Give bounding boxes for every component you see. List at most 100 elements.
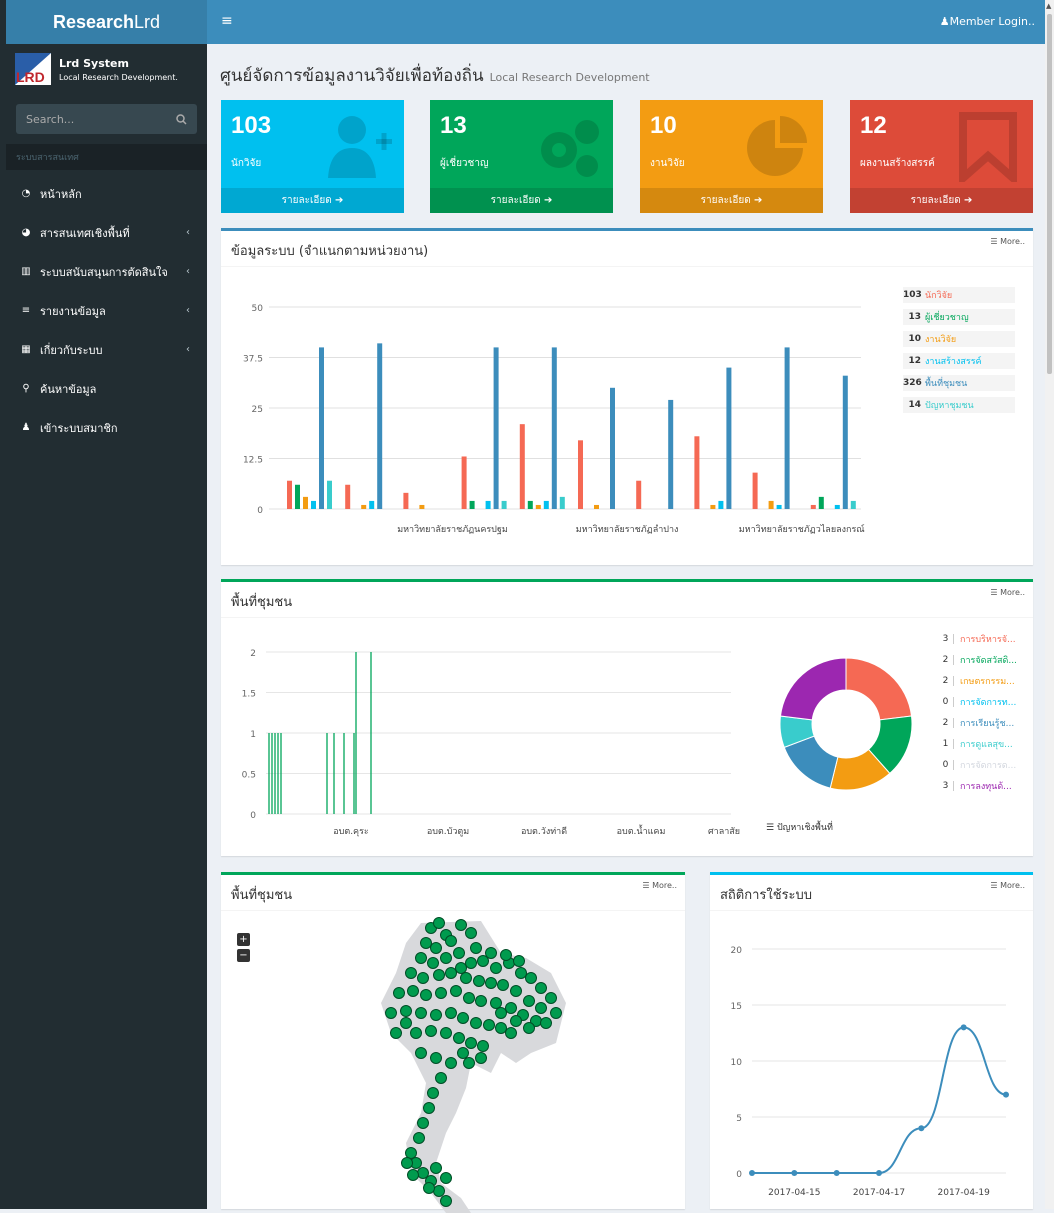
legend-item[interactable]: 2 การเรียนรู้ช...: [938, 714, 1014, 731]
more-link[interactable]: ☰ More..: [990, 588, 1025, 597]
legend-item[interactable]: 1 การดูแลสุข...: [938, 735, 1013, 752]
map-marker-46[interactable]: [470, 1017, 482, 1029]
map-marker-41[interactable]: [400, 1005, 412, 1017]
map-marker-85[interactable]: [500, 949, 512, 961]
map-marker-25[interactable]: [497, 979, 509, 991]
map-marker-32[interactable]: [435, 987, 447, 999]
map-marker-24[interactable]: [485, 977, 497, 989]
map-marker-10[interactable]: [465, 957, 477, 969]
map-marker-37[interactable]: [505, 1002, 517, 1014]
map-marker-54[interactable]: [465, 1037, 477, 1049]
legend-item[interactable]: 0 การจัดการด...: [938, 756, 1016, 773]
map-marker-49[interactable]: [505, 1027, 517, 1039]
legend-item[interactable]: 326 พื้นที่ชุมชน: [903, 375, 1015, 391]
map-marker-47[interactable]: [483, 1019, 495, 1031]
map-marker-50[interactable]: [410, 1027, 422, 1039]
search-input[interactable]: Search...: [26, 113, 74, 126]
map-marker-71[interactable]: [423, 1182, 435, 1194]
menu-toggle-icon[interactable]: ≡: [221, 13, 233, 29]
app-logo[interactable]: Research Lrd: [6, 0, 207, 44]
sidebar-item-2[interactable]: ▥ ระบบสนับสนุนการตัดสินใจ ‹: [6, 252, 207, 291]
map-marker-62[interactable]: [423, 1102, 435, 1114]
tile-details-link[interactable]: รายละเอียด ➔: [430, 188, 613, 213]
map-marker-78[interactable]: [523, 1022, 535, 1034]
scrollbar-thumb[interactable]: [1047, 14, 1052, 374]
more-link[interactable]: ☰ More..: [990, 237, 1025, 246]
map-marker-72[interactable]: [407, 1169, 419, 1181]
map-marker-23[interactable]: [473, 975, 485, 987]
sidebar-item-5[interactable]: ⚲ ค้นหาข้อมูล: [6, 369, 207, 408]
tile-details-link[interactable]: รายละเอียด ➔: [221, 188, 404, 213]
legend-item[interactable]: 13 ผู้เชี่ยวชาญ: [903, 309, 1015, 325]
map-marker-26[interactable]: [510, 985, 522, 997]
map-marker-34[interactable]: [463, 992, 475, 1004]
map-marker-77[interactable]: [510, 1015, 522, 1027]
map-marker-17[interactable]: [545, 992, 557, 1004]
map-marker-43[interactable]: [430, 1009, 442, 1021]
map-marker-20[interactable]: [433, 969, 445, 981]
tile-details-link[interactable]: รายละเอียด ➔: [850, 188, 1033, 213]
map-marker-21[interactable]: [445, 967, 457, 979]
legend-item[interactable]: 14 ปัญหาชุมชน: [903, 397, 1015, 413]
sidebar-item-3[interactable]: ≡ รายงานข้อมูล ‹: [6, 291, 207, 330]
map-marker-74[interactable]: [430, 1162, 442, 1174]
map-marker-88[interactable]: [400, 1017, 412, 1029]
map-marker-76[interactable]: [495, 1007, 507, 1019]
more-link[interactable]: ☰ More..: [642, 881, 677, 890]
legend-item[interactable]: 3 การบริหารจั...: [938, 630, 1016, 647]
map-marker-33[interactable]: [450, 985, 462, 997]
map-marker-52[interactable]: [440, 1027, 452, 1039]
sidebar-search[interactable]: Search...: [16, 104, 197, 134]
map-marker-55[interactable]: [477, 1040, 489, 1052]
map-marker-42[interactable]: [415, 1007, 427, 1019]
sidebar-item-1[interactable]: ◕ สารสนเทศเชิงพื้นที่ ‹: [6, 213, 207, 252]
map-marker-87[interactable]: [455, 962, 467, 974]
map-marker-53[interactable]: [453, 1032, 465, 1044]
map-marker-86[interactable]: [513, 955, 525, 967]
map-marker-84[interactable]: [485, 947, 497, 959]
map-marker-28[interactable]: [535, 1002, 547, 1014]
map-marker-27[interactable]: [523, 995, 535, 1007]
map-marker-70[interactable]: [440, 1195, 452, 1207]
map-marker-15[interactable]: [525, 972, 537, 984]
map-marker-40[interactable]: [385, 1007, 397, 1019]
map-marker-3[interactable]: [420, 937, 432, 949]
map-marker-56[interactable]: [415, 1047, 427, 1059]
map-marker-69[interactable]: [433, 1185, 445, 1197]
map-marker-44[interactable]: [445, 1007, 457, 1019]
map-marker-65[interactable]: [405, 1147, 417, 1159]
legend-item[interactable]: 103 นักวิจัย: [903, 287, 1015, 303]
map-marker-35[interactable]: [475, 995, 487, 1007]
map-marker-18[interactable]: [405, 967, 417, 979]
search-icon[interactable]: [176, 113, 187, 125]
map-marker-90[interactable]: [463, 1057, 475, 1069]
map-marker-29[interactable]: [393, 987, 405, 999]
map-marker-8[interactable]: [440, 952, 452, 964]
map-marker-51[interactable]: [425, 1025, 437, 1037]
map-marker-5[interactable]: [445, 935, 457, 947]
map-marker-31[interactable]: [420, 989, 432, 1001]
legend-item[interactable]: 0 การจัดการท...: [938, 693, 1016, 710]
map-marker-36[interactable]: [490, 997, 502, 1009]
map-marker-6[interactable]: [415, 952, 427, 964]
map-marker-14[interactable]: [515, 967, 527, 979]
map-marker-9[interactable]: [453, 947, 465, 959]
map-marker-22[interactable]: [460, 972, 472, 984]
map-marker-12[interactable]: [490, 962, 502, 974]
map-marker-7[interactable]: [427, 957, 439, 969]
member-login-link[interactable]: ♟Member Login..: [940, 15, 1035, 28]
tile-details-link[interactable]: รายละเอียด ➔: [640, 188, 823, 213]
page-scrollbar[interactable]: ▲: [1045, 0, 1054, 1209]
scroll-up-icon[interactable]: ▲: [1046, 2, 1051, 10]
map-marker-80[interactable]: [550, 1007, 562, 1019]
map-marker-4[interactable]: [430, 942, 442, 954]
legend-item[interactable]: 2 การจัดสวัสดิ...: [938, 651, 1017, 668]
zoom-in-button[interactable]: +: [237, 933, 250, 946]
map-marker-60[interactable]: [435, 1072, 447, 1084]
map-marker-57[interactable]: [430, 1052, 442, 1064]
map-marker-16[interactable]: [535, 982, 547, 994]
map-marker-1[interactable]: [433, 917, 445, 929]
legend-item[interactable]: 10 งานวิจัย: [903, 331, 1015, 347]
sidebar-item-0[interactable]: ◔ หน้าหลัก: [6, 174, 207, 213]
legend-item[interactable]: 12 งานสร้างสรรค์: [903, 353, 1015, 369]
